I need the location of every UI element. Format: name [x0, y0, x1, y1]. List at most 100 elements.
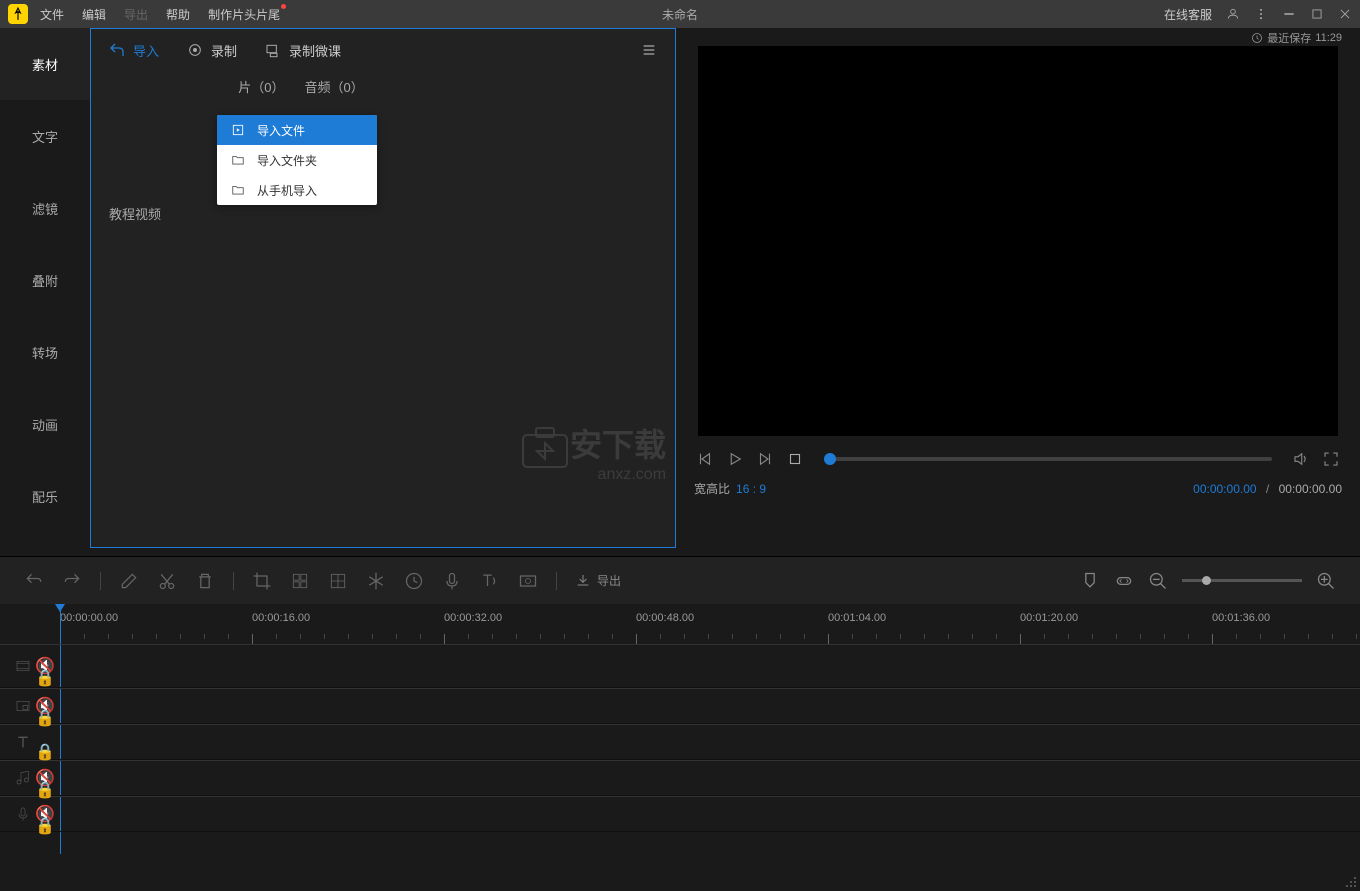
main-area: 最近保存 11:29 素材 文字 滤镜 叠附 转场 动画 配乐 导入 录制 录制…	[0, 28, 1360, 548]
menu-edit[interactable]: 编辑	[82, 6, 106, 23]
mosaic-tool[interactable]	[290, 571, 310, 591]
mute-icon[interactable]: 🔇	[35, 696, 45, 706]
lock-icon[interactable]: 🔒	[35, 780, 45, 790]
marker-tool[interactable]	[1080, 571, 1100, 591]
green-screen-tool[interactable]	[518, 571, 538, 591]
edit-tool[interactable]	[119, 571, 139, 591]
ruler-ticks	[60, 634, 1360, 644]
sidebar: 素材 文字 滤镜 叠附 转场 动画 配乐	[0, 28, 90, 548]
more-icon[interactable]	[1254, 7, 1268, 21]
cut-tool[interactable]	[157, 571, 177, 591]
sidebar-tab-transition[interactable]: 转场	[0, 316, 90, 388]
delete-tool[interactable]	[195, 571, 215, 591]
speed-tool[interactable]	[404, 571, 424, 591]
lock-icon[interactable]: 🔒	[35, 668, 45, 678]
audio-track[interactable]: 🔇🔒	[0, 760, 1360, 796]
pip-track[interactable]: 🔇🔒	[0, 688, 1360, 724]
project-title: 未命名	[662, 6, 698, 23]
timeline-export-button[interactable]: 导出	[575, 572, 621, 589]
sidebar-tab-animation[interactable]: 动画	[0, 388, 90, 460]
video-track-icon	[15, 658, 31, 674]
volume-button[interactable]	[1292, 450, 1310, 468]
ruler-mark: 00:01:04.00	[828, 612, 1020, 624]
media-tab-audio[interactable]: 音频（0）	[304, 77, 363, 96]
ruler-mark: 00:01:20.00	[1020, 612, 1212, 624]
text-track[interactable]: 🔒	[0, 724, 1360, 760]
menu-intro-outro[interactable]: 制作片头片尾	[208, 6, 280, 23]
sidebar-tab-filter[interactable]: 滤镜	[0, 172, 90, 244]
preview-panel: 宽高比 16 : 9 00:00:00.00 / 00:00:00.00	[676, 28, 1360, 548]
list-view-icon[interactable]	[641, 42, 657, 58]
minimize-button[interactable]	[1282, 7, 1296, 21]
menu-file[interactable]: 文件	[40, 6, 64, 23]
media-tab-clip[interactable]: 片（0）	[238, 77, 284, 96]
fit-tool[interactable]	[1114, 571, 1134, 591]
app-logo	[8, 4, 28, 24]
timeline-ruler[interactable]: 00:00:00.00 00:00:16.00 00:00:32.00 00:0…	[0, 604, 1360, 644]
progress-handle[interactable]	[824, 453, 836, 465]
separator	[100, 572, 101, 590]
dd-label: 导入文件	[257, 122, 305, 139]
lock-icon[interactable]: 🔒	[35, 708, 45, 718]
zoom-tool[interactable]	[328, 571, 348, 591]
time-separator: /	[1266, 482, 1269, 496]
tutorial-video-label[interactable]: 教程视频	[91, 186, 675, 241]
audio-track-icon	[15, 770, 31, 786]
ruler-mark: 00:00:16.00	[252, 612, 444, 624]
zoom-out-button[interactable]	[1148, 571, 1168, 591]
ruler-mark: 00:01:36.00	[1212, 612, 1360, 624]
sidebar-tab-music[interactable]: 配乐	[0, 460, 90, 532]
zoom-slider[interactable]	[1182, 579, 1302, 582]
prev-frame-button[interactable]	[696, 450, 714, 468]
dd-label: 从手机导入	[257, 182, 317, 199]
menu-export[interactable]: 导出	[124, 6, 148, 23]
zoom-in-button[interactable]	[1316, 571, 1336, 591]
next-frame-button[interactable]	[756, 450, 774, 468]
menu-bar: 文件 编辑 导出 帮助 制作片头片尾	[40, 6, 280, 23]
freeze-tool[interactable]	[366, 571, 386, 591]
menu-help[interactable]: 帮助	[166, 6, 190, 23]
stop-button[interactable]	[786, 450, 804, 468]
undo-button[interactable]	[24, 571, 44, 591]
preview-info: 宽高比 16 : 9 00:00:00.00 / 00:00:00.00	[694, 480, 1342, 497]
video-track[interactable]: 🔇🔒	[0, 644, 1360, 688]
timeline: 00:00:00.00 00:00:16.00 00:00:32.00 00:0…	[0, 604, 1360, 832]
sidebar-tab-overlay[interactable]: 叠附	[0, 244, 90, 316]
sidebar-tab-text[interactable]: 文字	[0, 100, 90, 172]
import-button[interactable]: 导入	[109, 41, 159, 60]
record-lesson-label: 录制微课	[289, 41, 341, 60]
aspect-value[interactable]: 16 : 9	[736, 482, 766, 496]
zoom-handle[interactable]	[1202, 576, 1211, 585]
redo-button[interactable]	[62, 571, 82, 591]
maximize-button[interactable]	[1310, 7, 1324, 21]
voice-track[interactable]: 🔇🔒	[0, 796, 1360, 832]
voice-tool[interactable]	[442, 571, 462, 591]
fullscreen-button[interactable]	[1322, 450, 1340, 468]
text-to-speech-tool[interactable]	[480, 571, 500, 591]
lock-icon[interactable]: 🔒	[35, 742, 45, 752]
preview-controls	[694, 450, 1342, 468]
crop-tool[interactable]	[252, 571, 272, 591]
dropdown-import-phone[interactable]: 从手机导入	[217, 175, 377, 205]
dropdown-import-file[interactable]: 导入文件	[217, 115, 377, 145]
close-button[interactable]	[1338, 7, 1352, 21]
play-button[interactable]	[726, 450, 744, 468]
dropdown-import-folder[interactable]: 导入文件夹	[217, 145, 377, 175]
mute-icon[interactable]: 🔇	[35, 656, 45, 666]
record-lesson-button[interactable]: 录制微课	[265, 41, 341, 60]
titlebar: 文件 编辑 导出 帮助 制作片头片尾 未命名 在线客服	[0, 0, 1360, 28]
preview-progress[interactable]	[824, 457, 1272, 461]
current-time: 00:00:00.00	[1193, 482, 1256, 496]
customer-service-link[interactable]: 在线客服	[1164, 6, 1212, 23]
mute-icon[interactable]: 🔇	[35, 768, 45, 778]
resize-handle[interactable]	[1343, 874, 1357, 888]
dd-label: 导入文件夹	[257, 152, 317, 169]
mic-track-icon	[15, 806, 31, 822]
record-button[interactable]: 录制	[187, 41, 237, 60]
sidebar-tab-material[interactable]: 素材	[0, 28, 90, 100]
user-icon[interactable]	[1226, 7, 1240, 21]
mute-icon[interactable]: 🔇	[35, 804, 45, 814]
export-label: 导出	[597, 572, 621, 589]
lock-icon[interactable]: 🔒	[35, 816, 45, 826]
timeline-toolbar: 导出	[0, 556, 1360, 604]
